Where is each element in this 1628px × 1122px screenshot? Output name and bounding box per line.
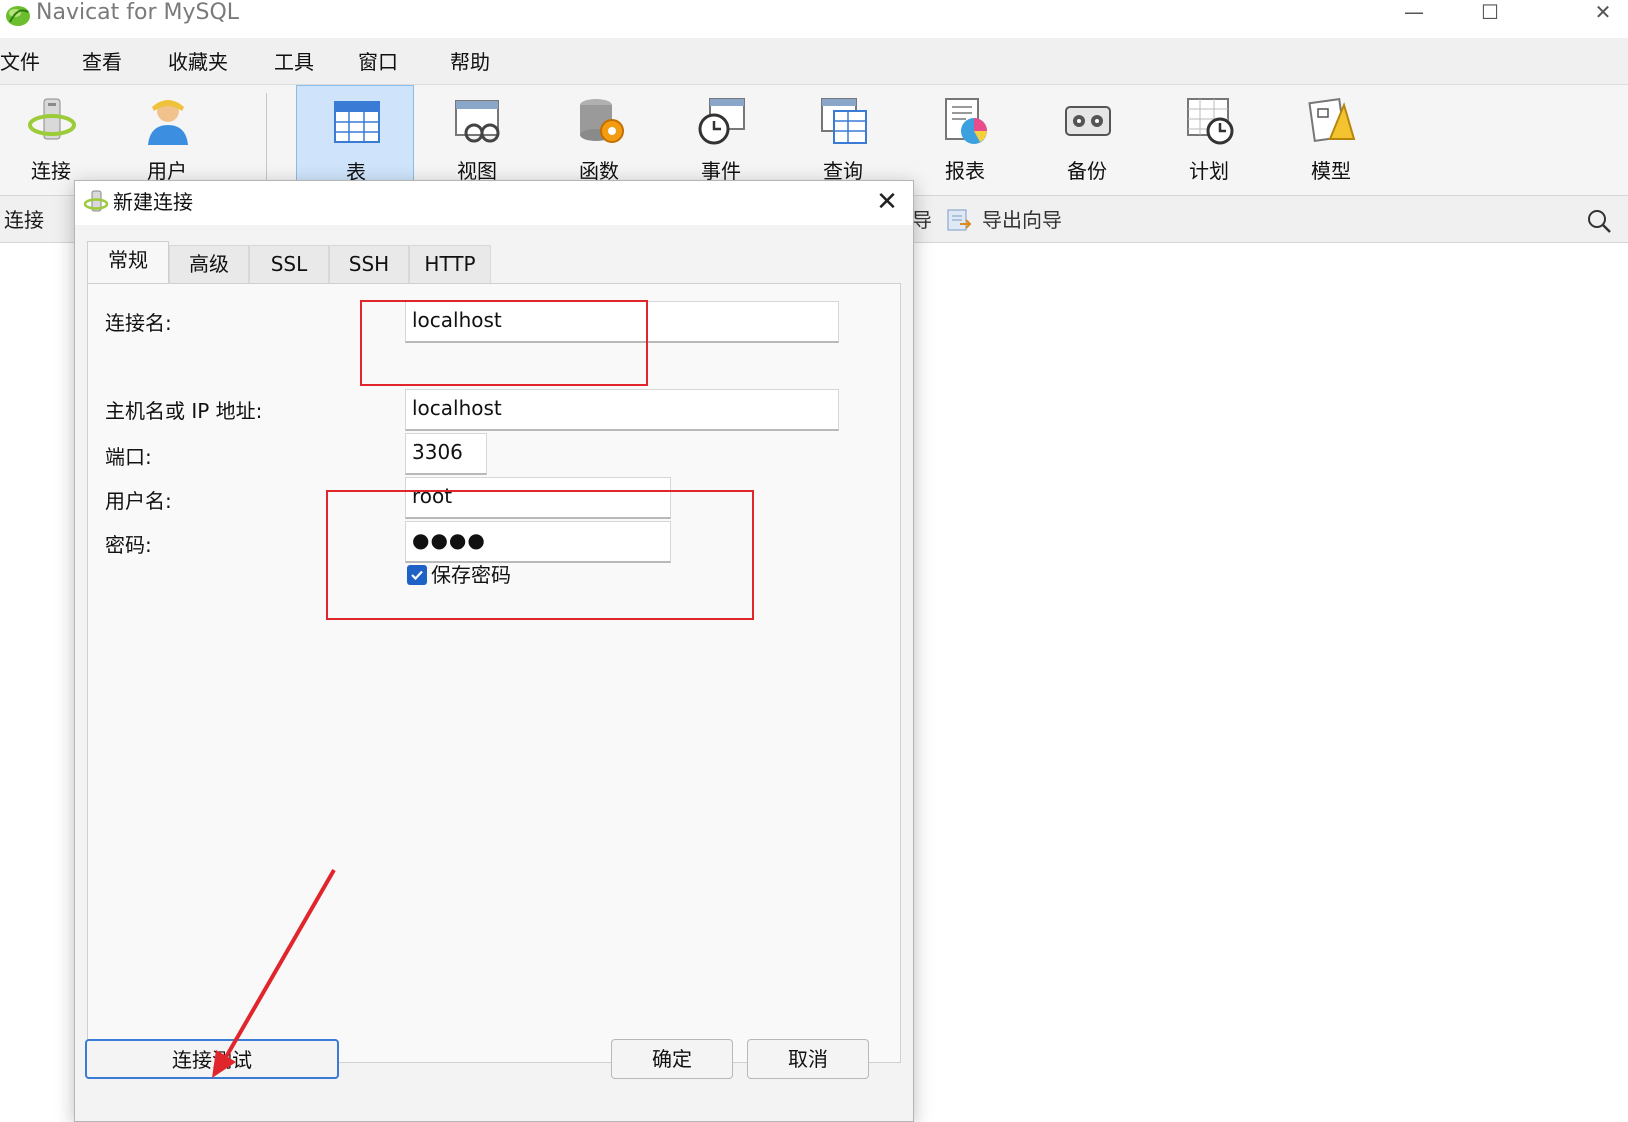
backup-icon xyxy=(1065,106,1111,136)
maximize-button[interactable]: ☐ xyxy=(1460,0,1520,28)
import-wizard-button[interactable]: 导 xyxy=(912,208,932,232)
toolbar-label: 计划 xyxy=(1189,159,1229,183)
toolbar-view-button[interactable]: 视图 xyxy=(418,85,536,195)
dialog-close-button[interactable]: ✕ xyxy=(871,187,903,219)
toolbar-table-button[interactable]: 表 xyxy=(296,85,414,195)
ok-button[interactable]: 确定 xyxy=(611,1039,733,1079)
port-input[interactable]: 3306 xyxy=(405,433,487,475)
menu-tools[interactable]: 工具 xyxy=(274,50,314,74)
window-titlebar: Navicat for MySQL — ☐ ✕ xyxy=(0,0,1628,38)
tab-http[interactable]: HTTP xyxy=(409,245,491,283)
toolbar-model-button[interactable]: 模型 xyxy=(1272,85,1390,195)
dialog-title: 新建连接 xyxy=(113,190,193,214)
navicat-logo-icon xyxy=(6,6,30,26)
toolbar-event-button[interactable]: 事件 xyxy=(662,85,780,195)
test-connection-button[interactable]: 连接测试 xyxy=(85,1039,339,1079)
menu-favorites[interactable]: 收藏夹 xyxy=(168,50,228,74)
host-label: 主机名或 IP 地址: xyxy=(105,399,263,423)
cancel-button[interactable]: 取消 xyxy=(747,1039,869,1079)
annotation-highlight-connection-name xyxy=(360,300,648,386)
model-icon xyxy=(1308,97,1356,143)
menu-file[interactable]: 文件 xyxy=(0,50,40,74)
toolbar-backup-button[interactable]: 备份 xyxy=(1028,85,1146,195)
connection-name-label: 连接名: xyxy=(105,311,172,335)
host-input[interactable]: localhost xyxy=(405,389,839,431)
table-icon xyxy=(334,101,380,143)
toolbar-schedule-button[interactable]: 计划 xyxy=(1150,85,1268,195)
toolbar-connection-button[interactable]: 连接 xyxy=(0,85,110,195)
connection-icon xyxy=(28,98,76,140)
toolbar-label: 模型 xyxy=(1311,159,1351,183)
report-icon xyxy=(945,98,987,144)
export-wizard-button[interactable]: 导出向导 xyxy=(982,208,1062,232)
username-label: 用户名: xyxy=(105,489,172,513)
connection-icon xyxy=(83,190,109,212)
toolbar-separator xyxy=(266,93,267,183)
query-icon xyxy=(821,98,867,144)
toolbar-label: 报表 xyxy=(945,159,985,183)
tab-ssl[interactable]: SSL xyxy=(249,245,329,283)
port-label: 端口: xyxy=(105,445,152,469)
menu-help[interactable]: 帮助 xyxy=(450,50,490,74)
password-label: 密码: xyxy=(105,533,152,557)
tab-general[interactable]: 常规 xyxy=(87,241,169,285)
dialog-titlebar: 新建连接 ✕ xyxy=(75,181,913,225)
window-close-button[interactable]: ✕ xyxy=(1578,0,1628,28)
event-icon xyxy=(698,98,745,145)
export-wizard-icon xyxy=(947,209,972,231)
toolbar-label: 备份 xyxy=(1067,159,1107,183)
toolbar-query-button[interactable]: 查询 xyxy=(784,85,902,195)
toolbar-function-button[interactable]: 函数 xyxy=(540,85,658,195)
user-icon xyxy=(148,100,188,145)
minimize-button[interactable]: — xyxy=(1384,0,1444,28)
menu-view[interactable]: 查看 xyxy=(82,50,122,74)
tab-advanced[interactable]: 高级 xyxy=(169,245,249,283)
toolbar-report-button[interactable]: 报表 xyxy=(906,85,1024,195)
menu-window[interactable]: 窗口 xyxy=(358,50,398,74)
annotation-highlight-credentials xyxy=(326,490,754,620)
menu-bar: 文件 查看 收藏夹 工具 窗口 帮助 xyxy=(0,38,1628,85)
schedule-icon xyxy=(1187,98,1234,145)
toolbar-user-button[interactable]: 用户 xyxy=(108,85,226,195)
connection-pane-label: 连接 xyxy=(4,208,44,232)
tab-ssh[interactable]: SSH xyxy=(329,245,409,283)
function-icon xyxy=(580,99,624,143)
view-icon xyxy=(455,100,500,143)
window-title: Navicat for MySQL xyxy=(36,0,240,25)
search-icon[interactable] xyxy=(1586,208,1612,234)
